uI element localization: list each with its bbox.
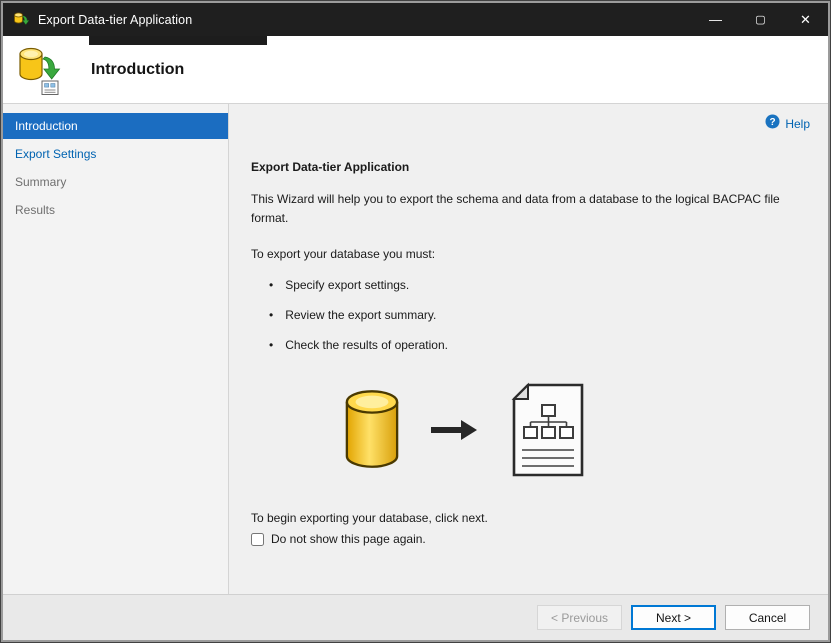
requirements-label: To export your database you must: — [251, 247, 436, 262]
wizard-window: Export Data-tier Application — ▢ ✕ Intro… — [0, 0, 831, 643]
window-content: Export Data-tier Application — ▢ ✕ Intro… — [3, 3, 828, 640]
content: Export Data-tier Application This Wizard… — [229, 160, 828, 546]
page-title: Introduction — [91, 60, 185, 78]
body: Introduction Export Settings Summary Res… — [3, 104, 828, 594]
list-item: Specify export settings. — [269, 278, 798, 292]
cancel-button[interactable]: Cancel — [725, 605, 810, 630]
dont-show-again-label[interactable]: Do not show this page again. — [271, 532, 426, 546]
maximize-button[interactable]: ▢ — [738, 3, 783, 36]
bacpac-schema-file-icon — [509, 382, 587, 481]
window-title: Export Data-tier Application — [38, 12, 193, 27]
database-cylinder-icon — [343, 390, 401, 473]
arrow-right-icon — [431, 419, 479, 444]
export-illustration — [343, 382, 587, 481]
wizard-steps-sidebar: Introduction Export Settings Summary Res… — [3, 104, 229, 594]
window-controls: — ▢ ✕ — [693, 3, 828, 36]
wizard-header: Introduction — [3, 36, 828, 104]
list-item: Check the results of operation. — [269, 338, 798, 352]
intro-text: This Wizard will help you to export the … — [251, 192, 780, 225]
help-link[interactable]: ? Help — [765, 114, 810, 134]
previous-button[interactable]: < Previous — [537, 605, 622, 630]
footer-bar: < Previous Next > Cancel — [3, 594, 828, 640]
close-button[interactable]: ✕ — [783, 3, 828, 36]
main-panel: ? Help Export Data-tier Application This… — [229, 104, 828, 594]
titlebar: Export Data-tier Application — ▢ ✕ — [3, 3, 828, 36]
sidebar-item-introduction[interactable]: Introduction — [3, 113, 228, 139]
dont-show-again-checkbox[interactable] — [251, 532, 264, 546]
begin-text: To begin exporting your database, click … — [251, 511, 488, 526]
screenshot-artifact-strip — [89, 36, 267, 45]
minimize-button[interactable]: — — [693, 3, 738, 36]
help-label: Help — [785, 117, 810, 131]
help-row: ? Help — [229, 104, 828, 134]
checkbox-row: Do not show this page again. — [251, 532, 798, 546]
requirements-list: Specify export settings. Review the expo… — [251, 278, 798, 352]
next-button[interactable]: Next > — [631, 605, 716, 630]
sidebar-item-summary: Summary — [15, 175, 67, 189]
sidebar-item-export-settings[interactable]: Export Settings — [3, 141, 228, 167]
database-export-icon — [17, 44, 65, 96]
svg-text:?: ? — [770, 117, 776, 128]
content-heading: Export Data-tier Application — [251, 160, 410, 174]
help-question-icon: ? — [765, 114, 780, 134]
sidebar-item-results: Results — [15, 203, 56, 217]
list-item: Review the export summary. — [269, 308, 798, 322]
database-export-icon — [13, 11, 30, 28]
